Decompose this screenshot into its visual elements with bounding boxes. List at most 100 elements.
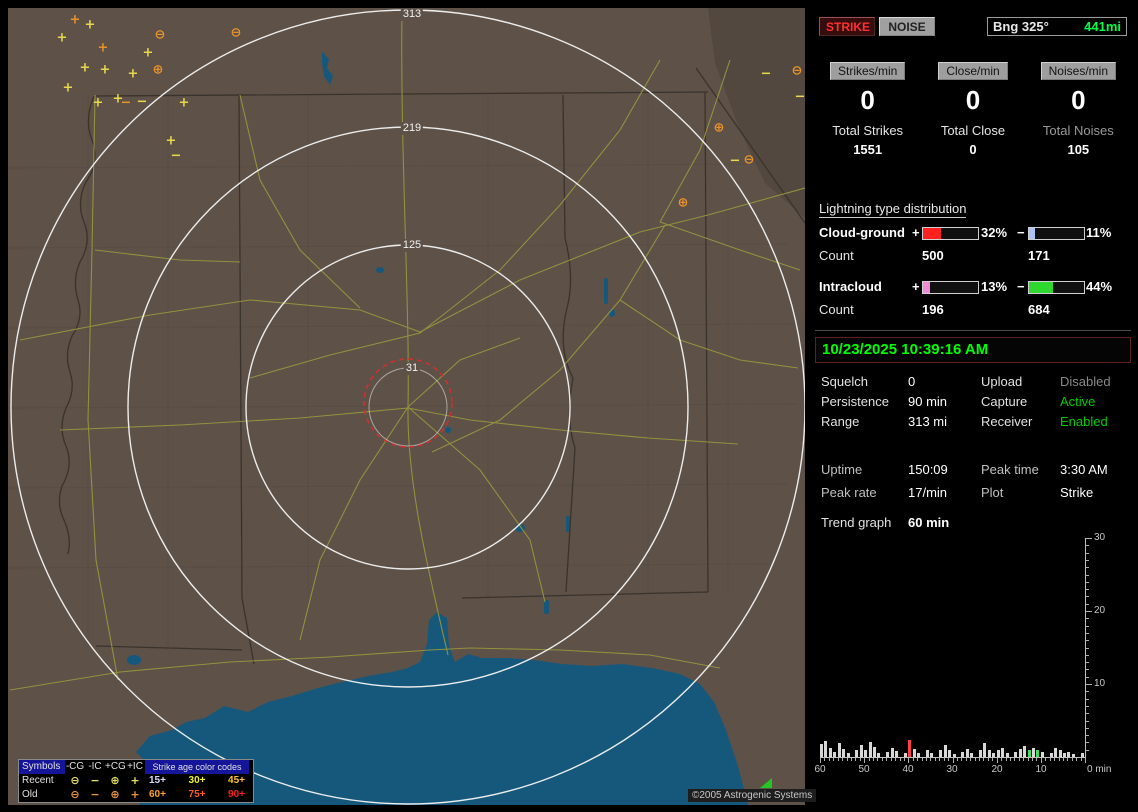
info-row: Uptime 150:09 Peak time 3:30 AM: [815, 462, 1131, 479]
y-tick-label: 30: [1094, 532, 1106, 543]
legend-col-pic: +IC: [127, 761, 143, 772]
info-panel: Uptime 150:09 Peak time 3:30 AM Peak rat…: [815, 462, 1131, 508]
trend-bar: [868, 741, 872, 757]
bearing-label: Bng 325°: [993, 19, 1049, 34]
strike-button[interactable]: STRIKE: [819, 17, 875, 36]
trend-bar: [828, 748, 832, 757]
count-label: Count: [819, 248, 854, 263]
axis-tick: [948, 758, 950, 761]
axis-tick: [1040, 758, 1042, 763]
total-strikes-label: Total Strikes: [832, 123, 904, 138]
capture-label: Capture: [981, 394, 1028, 409]
upload-label: Upload: [981, 374, 1023, 389]
strike-symbol: +: [56, 30, 68, 46]
intracloud-plus-bar: [922, 281, 979, 294]
lightning-map[interactable]: + + + + + ⊖ ⊖ + + + + ⊕ + + − − + + − ⊕ − ⊖ − − ⊖ ⊕ 313 219 125 3…: [8, 8, 805, 805]
trend-bar: [890, 747, 894, 757]
bar-fill: [923, 282, 931, 293]
cloud-ground-row: Cloud-ground + 32% − 11%: [815, 225, 1131, 241]
separator: [815, 330, 1131, 331]
strike-symbol: +: [69, 12, 81, 28]
strike-symbol: ⊖: [743, 152, 755, 168]
trend-bar: [939, 749, 943, 757]
axis-tick: [868, 758, 870, 761]
circled-plus-icon: ⊕: [110, 774, 120, 787]
total-close-value: 0: [969, 142, 977, 157]
map-marker-triangle: [760, 778, 772, 788]
trend-bar: [926, 750, 929, 757]
receiver-label: Receiver: [981, 414, 1033, 429]
age-code: 75+: [188, 789, 206, 800]
strike-symbol: −: [120, 95, 132, 111]
strikes-per-min-button[interactable]: Strikes/min: [829, 62, 906, 80]
trend-bar: [855, 750, 859, 757]
copyright: ©2005 Astrogenic Systems: [688, 789, 817, 802]
strike-symbol: +: [165, 133, 177, 149]
axis-tick: [1086, 545, 1089, 547]
minus-sign: −: [1017, 225, 1025, 240]
axis-tick: [1086, 669, 1089, 671]
axis-tick: [833, 758, 835, 761]
intracloud-plus-pct: 13%: [981, 279, 1008, 294]
strikes-column: Strikes/min 0 Total Strikes 1551: [815, 62, 920, 157]
count-label: Count: [819, 302, 854, 317]
axis-tick: [859, 758, 861, 761]
age-code: 45+: [228, 775, 245, 786]
total-strikes-value: 1551: [853, 142, 883, 157]
trend-bar: [912, 749, 916, 757]
plus-icon: +: [130, 774, 140, 787]
trend-bar: [1054, 748, 1058, 757]
legend-recent-label: Recent: [22, 775, 54, 786]
intracloud-plus-count: 196: [922, 302, 944, 317]
axis-tick: [1086, 684, 1092, 685]
axis-tick: [824, 758, 826, 761]
intracloud-count-row: Count 196 684: [815, 302, 1131, 318]
axis-tick: [1086, 618, 1089, 620]
range-ring-label: 125: [400, 239, 424, 252]
close-per-min-value: 0: [965, 85, 981, 115]
strike-symbol: ⊖: [154, 27, 166, 43]
noise-button[interactable]: NOISE: [879, 17, 935, 36]
cloud-ground-minus-pct: 11%: [1086, 225, 1112, 240]
axis-tick: [1009, 758, 1011, 761]
axis-tick: [912, 758, 914, 761]
strike-symbol: ⊕: [713, 120, 725, 136]
axis-tick: [996, 758, 998, 763]
strike-symbol: ⊕: [677, 195, 689, 211]
trend-bar: [837, 743, 841, 757]
axis-tick: [828, 758, 830, 761]
axis-tick: [1086, 625, 1089, 627]
axis-tick: [1049, 758, 1051, 761]
trend-bar: [908, 739, 912, 757]
axis-tick: [1086, 581, 1089, 583]
axis-tick: [1076, 758, 1078, 761]
noises-per-min-button[interactable]: Noises/min: [1040, 62, 1116, 80]
uptime-label: Uptime: [821, 462, 863, 477]
axis-tick: [1080, 758, 1082, 761]
cloud-ground-count-row: Count 500 171: [815, 248, 1131, 264]
axis-tick: [1001, 758, 1003, 761]
strike-symbol: +: [62, 80, 74, 96]
settings-panel: Squelch 0 Upload Disabled Persistence 90…: [815, 374, 1131, 436]
capture-value: Active: [1060, 394, 1096, 409]
axis-tick: [1086, 596, 1089, 598]
y-tick-label: 10: [1094, 678, 1106, 689]
close-per-min-button[interactable]: Close/min: [938, 62, 1008, 80]
plus-sign: +: [912, 225, 920, 240]
noises-per-min-value: 0: [1071, 85, 1086, 115]
axis-tick: [952, 758, 954, 763]
intracloud-minus-count: 684: [1028, 302, 1050, 317]
cloud-ground-minus-count: 171: [1028, 248, 1050, 263]
legend-old-ages: 60+ 75+ 90+: [145, 788, 249, 802]
axis-tick: [956, 758, 958, 761]
total-close-label: Total Close: [940, 123, 1006, 138]
axis-tick: [1062, 758, 1064, 761]
persistence-value: 90 min: [908, 394, 948, 409]
axis-tick: [1086, 538, 1092, 539]
bar-fill: [1029, 228, 1036, 239]
cloud-ground-label: Cloud-ground: [819, 225, 905, 240]
peak-time-label: Peak time: [981, 462, 1039, 477]
trend-graph: 30 20 10 60 50 40 30 20 10 0 min: [814, 532, 1120, 778]
minus-sign: −: [1017, 279, 1025, 294]
peak-rate-value: 17/min: [908, 485, 948, 500]
